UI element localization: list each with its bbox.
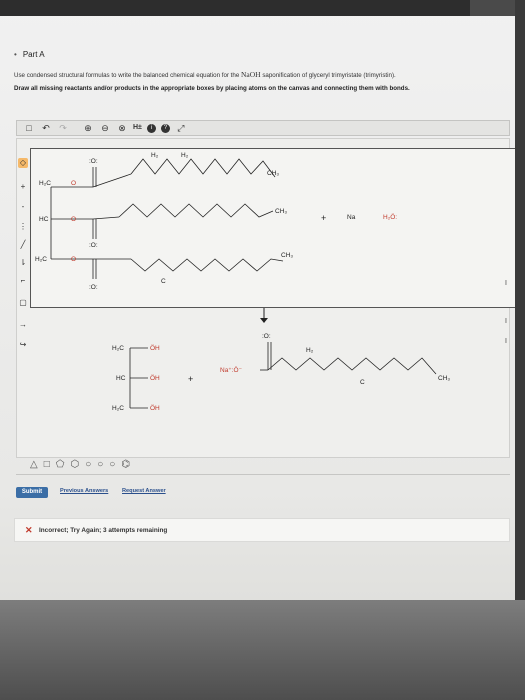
glycerol-oh-1: ÖH	[150, 344, 160, 352]
ch3-b-label: CH₃	[275, 208, 287, 215]
side-mark-1: I	[505, 280, 507, 287]
screen-edge	[515, 0, 525, 700]
h2-label-1: H₂	[151, 152, 159, 159]
zoom-in-icon[interactable]: ⊕	[82, 121, 94, 135]
feedback-message: Incorrect; Try Again; 3 attempts remaini…	[39, 527, 168, 534]
o-top-label: :O:	[89, 158, 98, 165]
eraser-icon[interactable]: ⌐	[18, 276, 28, 286]
side-mark-2: I	[505, 318, 507, 325]
instruction-line-2: Draw all missing reactants and/or produc…	[14, 85, 410, 92]
square-icon[interactable]: □	[44, 459, 50, 471]
o-bot-label: :O:	[89, 284, 98, 291]
glycerol-h2c-1: H₂C	[112, 345, 124, 352]
submit-button[interactable]: Submit	[16, 487, 48, 498]
ester-o-3: O	[71, 256, 76, 263]
zoom-fit-icon[interactable]: ⊗	[116, 121, 128, 135]
top-bar	[0, 0, 525, 16]
soap-c: C	[360, 379, 365, 386]
feedback-panel: ✕ Incorrect; Try Again; 3 attempts remai…	[14, 518, 510, 542]
heptagon-icon[interactable]: ○	[85, 459, 91, 471]
water-label: H₂Ö:	[383, 213, 397, 221]
previous-answers-link[interactable]: Previous Answers	[60, 488, 108, 494]
help-icon[interactable]: ?	[160, 123, 170, 133]
charge-icon[interactable]: +	[18, 182, 28, 192]
glycerol-oh-3: ÖH	[150, 404, 160, 412]
benzene-icon[interactable]: ⌬	[121, 459, 130, 471]
circle-icon[interactable]: ○	[109, 459, 115, 471]
select-icon[interactable]: ◇	[18, 158, 28, 168]
arrow-icon[interactable]: →	[18, 320, 28, 330]
reactant-structure: :O: :O: :O: H₂C HC H₂C O O O CH₃ CH₃ CH₃…	[35, 152, 397, 291]
instruction-suffix: saponification of glyceryl trimyristate …	[262, 72, 396, 79]
instruction-line-1: Use condensed structural formulas to wri…	[14, 70, 396, 79]
left-toolbar: ◇ + - ⋮ ╱ ⇂ ⌐ ▢ → ↪	[16, 140, 30, 440]
box-icon[interactable]: ▢	[18, 298, 28, 308]
h2c-bot-label: H₂C	[35, 256, 47, 263]
part-title: Part A	[14, 50, 45, 59]
undo-icon[interactable]: ↶	[40, 121, 52, 135]
top-tab	[470, 0, 515, 16]
divider	[16, 474, 510, 475]
ch3-c-label: CH₃	[281, 252, 293, 259]
side-mark-3: I	[505, 338, 507, 345]
h2-label-2: H₂	[181, 152, 189, 159]
monitor-bezel	[0, 600, 525, 700]
instruction-prefix: Use condensed structural formulas to wri…	[14, 72, 240, 79]
glycerol-h2c-2: H₂C	[112, 405, 124, 412]
product-plus: +	[188, 374, 193, 384]
screen: Part A Use condensed structural formulas…	[0, 0, 525, 700]
octagon-icon[interactable]: ○	[97, 459, 103, 471]
glycerol-oh-2: ÖH	[150, 374, 160, 382]
triangle-icon[interactable]: △	[30, 459, 38, 471]
product-box[interactable]: H₂C ÖH HC ÖH H₂C ÖH + Na⁺:Ö⁻ :O: CH₃ H₂ …	[30, 322, 518, 442]
o-mid-label: :O:	[89, 242, 98, 249]
ester-o-1: O	[71, 180, 76, 187]
curved-arrow-icon[interactable]: ↪	[18, 340, 28, 350]
soap-o-top: :O:	[262, 333, 271, 340]
product-structure: H₂C ÖH HC ÖH H₂C ÖH + Na⁺:Ö⁻ :O: CH₃ H₂ …	[112, 333, 450, 412]
editor-toolbar: □ ↶ ↷ ⊕ ⊖ ⊗ H± i ? ⤢	[16, 120, 510, 136]
x-icon: ✕	[25, 525, 33, 535]
request-answer-link[interactable]: Request Answer	[122, 488, 166, 494]
hc-label: HC	[39, 216, 49, 223]
soap-na-o: Na⁺:Ö⁻	[220, 366, 243, 374]
fullscreen-icon[interactable]: ⤢	[175, 121, 187, 135]
redo-icon[interactable]: ↷	[57, 121, 69, 135]
zoom-out-icon[interactable]: ⊖	[99, 121, 111, 135]
info-icon[interactable]: i	[146, 123, 156, 133]
soap-ch3: CH₃	[438, 375, 450, 382]
glycerol-hc: HC	[116, 375, 126, 382]
na-label: Na	[347, 214, 356, 221]
hydrogen-toggle[interactable]: H±	[133, 121, 142, 135]
ring-templates-bar: △ □ ⬠ ⬡ ○ ○ ○ ⌬	[30, 458, 180, 472]
h2c-top-label: H₂C	[39, 180, 51, 187]
soap-h2: H₂	[306, 347, 314, 354]
reactant-plus: +	[321, 213, 326, 223]
pentagon-icon[interactable]: ⬠	[56, 459, 65, 471]
hexagon-icon[interactable]: ⬡	[70, 459, 79, 471]
wedge-bond-icon[interactable]: ╱	[18, 240, 28, 250]
ch3-a-label: CH₃	[267, 170, 279, 177]
new-icon[interactable]: □	[23, 121, 35, 135]
reactant-box[interactable]: :O: :O: :O: H₂C HC H₂C O O O CH₃ CH₃ CH₃…	[30, 148, 518, 308]
dash-bond-icon[interactable]: ⋮	[18, 222, 28, 232]
text-tool-icon[interactable]: ⇂	[18, 258, 28, 268]
instruction-reagent: NaOH	[241, 70, 261, 79]
c-label: C	[161, 278, 166, 285]
ester-o-2: O	[71, 216, 76, 223]
bond-icon[interactable]: -	[18, 202, 28, 212]
